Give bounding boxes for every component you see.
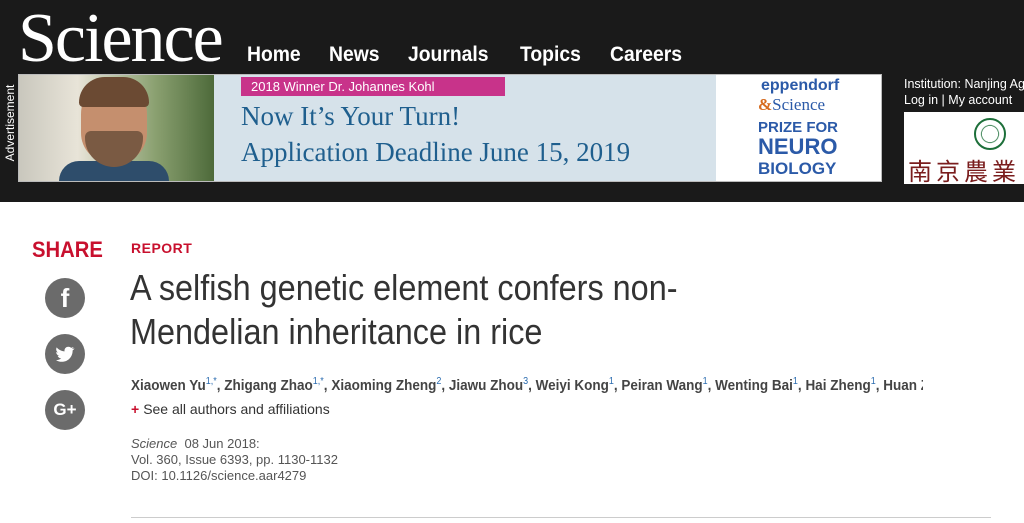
author[interactable]: Wenting Bai1 (715, 376, 798, 394)
my-account-link[interactable]: My account (948, 93, 1012, 107)
twitter-icon (56, 346, 75, 362)
ad-sponsor-block: eppendorf &Science PRIZE FOR NEURO BIOLO… (716, 75, 881, 181)
author[interactable]: Hai Zheng1 (805, 376, 875, 394)
author[interactable]: Xiaowen Yu1,* (131, 376, 217, 394)
googleplus-share-button[interactable]: G+ (45, 390, 85, 430)
journal-name: Science (131, 436, 178, 451)
ad-winner-label: 2018 Winner Dr. Johannes Kohl (241, 77, 505, 96)
see-all-authors-link[interactable]: + See all authors and affiliations (131, 401, 330, 417)
expand-plus-icon: + (131, 401, 140, 417)
twitter-share-button[interactable] (45, 334, 85, 374)
author[interactable]: Huan Zh… (883, 377, 923, 394)
ad-banner[interactable]: 2018 Winner Dr. Johannes Kohl Now It’s Y… (18, 74, 882, 182)
institution-name: Institution: Nanjing Ag (904, 77, 1024, 91)
ad-photo (19, 75, 214, 181)
author[interactable]: Weiyi Kong1 (536, 376, 614, 394)
author[interactable]: Xiaoming Zheng2 (331, 376, 441, 394)
author[interactable]: Peiran Wang1 (621, 376, 707, 394)
author-list: Xiaowen Yu1,*, Zhigang Zhao1,*, Xiaoming… (131, 376, 923, 394)
institution-logo: 南京農業 (904, 112, 1024, 184)
ad-deadline: Application Deadline June 15, 2019 (241, 137, 631, 167)
citation: Science 08 Jun 2018: Vol. 360, Issue 639… (131, 436, 338, 484)
divider (131, 517, 991, 518)
pub-date: 08 Jun 2018: (184, 436, 260, 451)
nav-careers[interactable]: Careers (610, 43, 682, 67)
nav-news[interactable]: News (329, 43, 379, 67)
site-header: Science Home News Journals Topics Career… (0, 0, 1024, 202)
facebook-share-button[interactable]: f (45, 278, 85, 318)
nav-home[interactable]: Home (247, 43, 301, 67)
university-seal-icon (974, 118, 1006, 150)
article-title: A selfish genetic element confers non-Me… (130, 267, 678, 352)
author[interactable]: Jiawu Zhou3 (449, 376, 528, 394)
nav-topics[interactable]: Topics (520, 43, 581, 67)
ad-science-logo: &Science (758, 95, 826, 114)
main-nav: Home News Journals Topics Careers (247, 43, 712, 67)
ad-headline: Now It’s Your Turn! (241, 101, 461, 131)
nav-journals[interactable]: Journals (408, 43, 489, 67)
eppendorf-logo: eppendorf (761, 77, 840, 94)
login-link[interactable]: Log in (904, 93, 938, 107)
advertisement-label: Advertisement (3, 84, 17, 162)
share-label: SHARE (32, 237, 103, 262)
science-logo[interactable]: Science (18, 2, 224, 76)
article-type: REPORT (131, 240, 193, 256)
institution-info: Institution: Nanjing Ag Log in | My acco… (904, 77, 1024, 107)
author[interactable]: Zhigang Zhao1,* (224, 376, 324, 394)
volume-info: Vol. 360, Issue 6393, pp. 1130-1132 (131, 452, 338, 467)
doi[interactable]: DOI: 10.1126/science.aar4279 (131, 468, 338, 484)
